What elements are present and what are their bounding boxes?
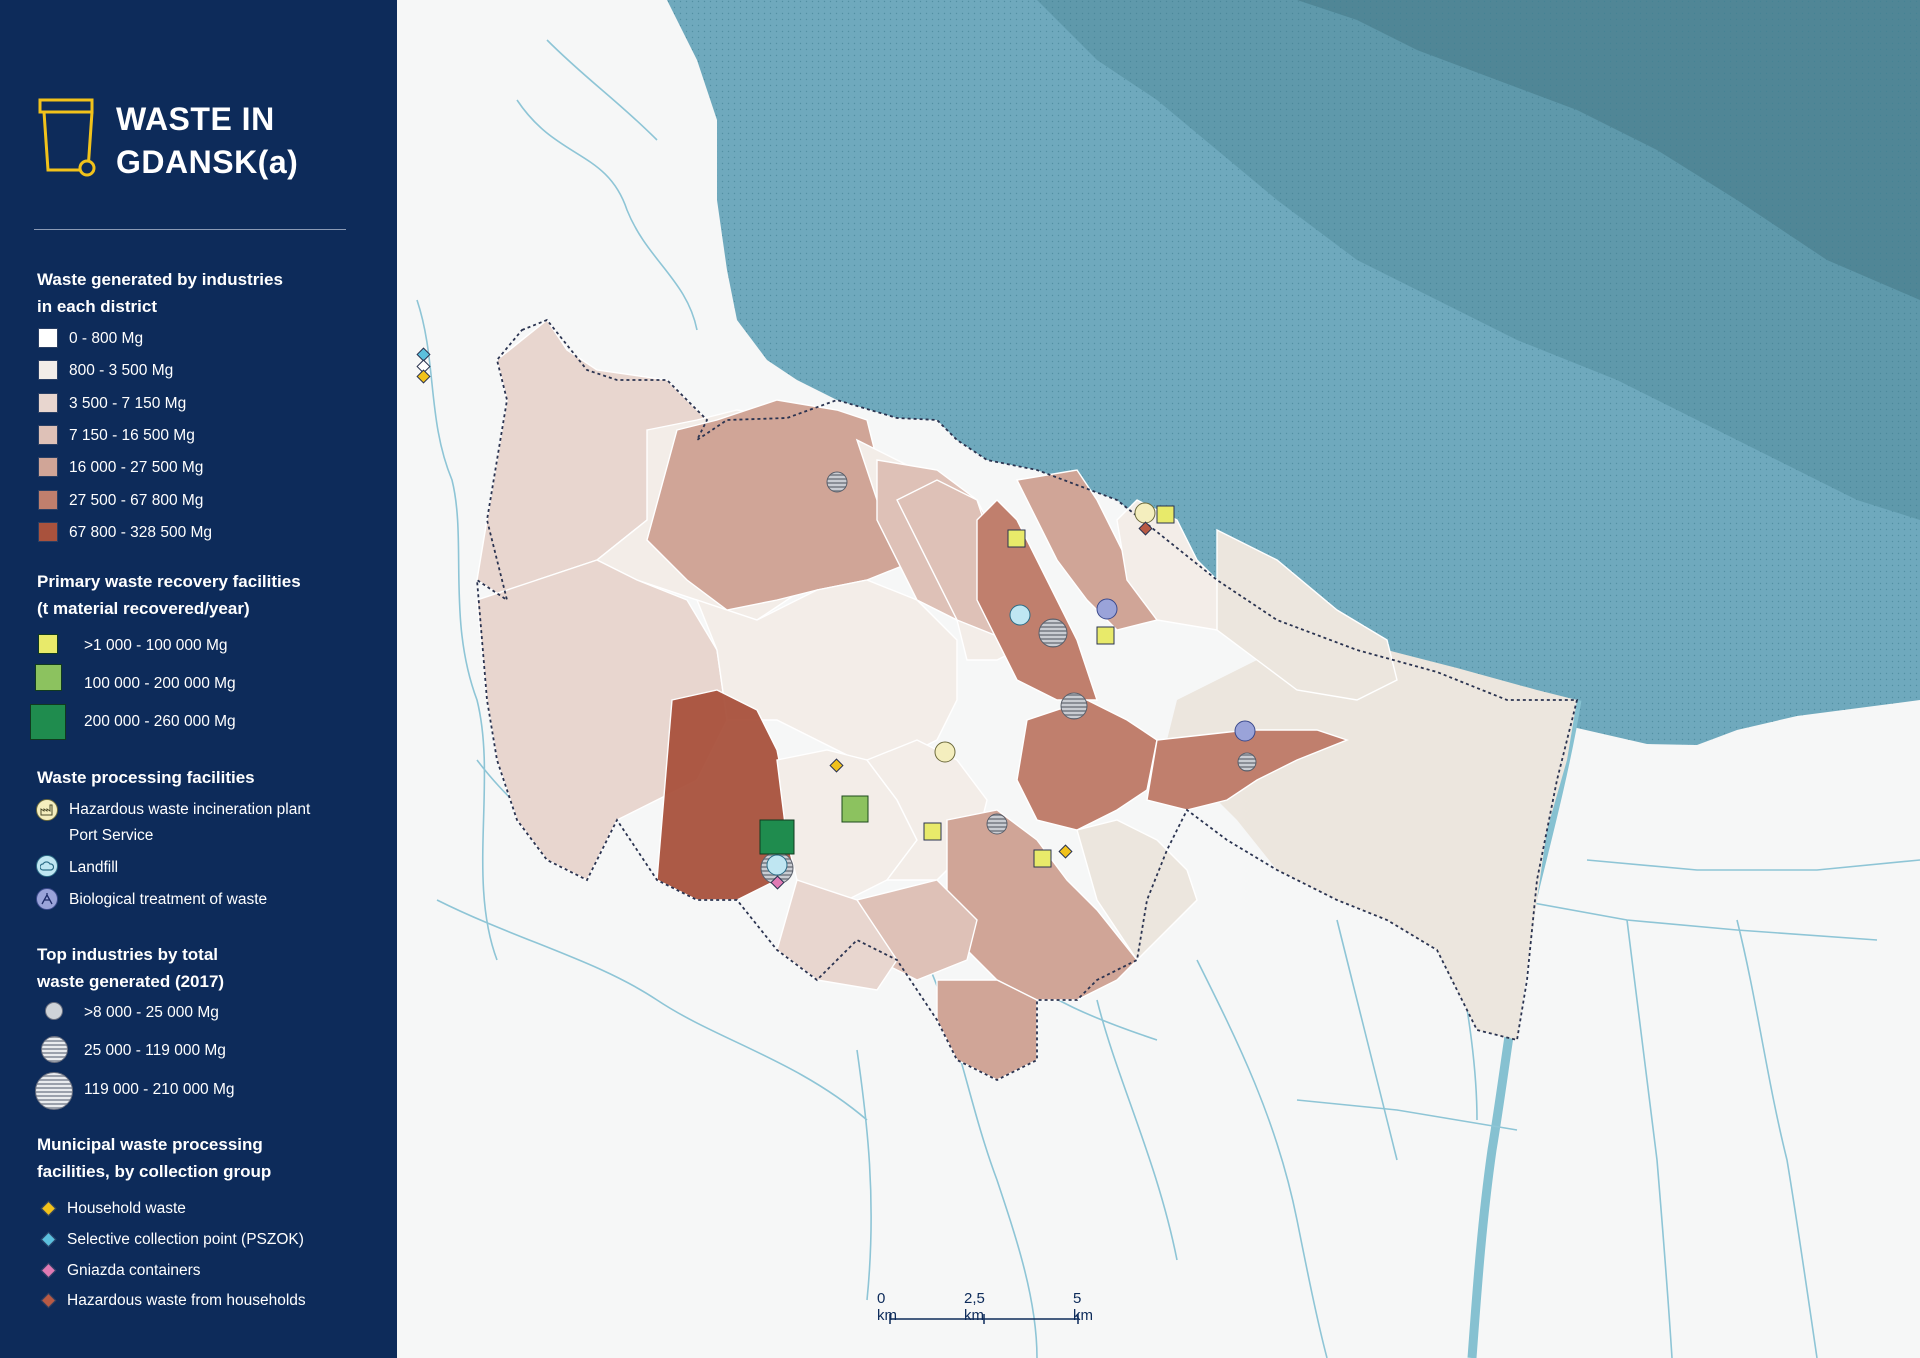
legend-industry-title: Waste generated by industries in each di… — [37, 270, 283, 316]
district-srodmiescie — [1016, 699, 1158, 831]
recovery-label-small: >1 000 - 100 000 Mg — [84, 637, 228, 654]
map-canvas — [416, 0, 1920, 1358]
municipal-diamond-icon — [40, 1293, 57, 1309]
top-label-medium: 25 000 - 119 000 Mg — [84, 1042, 226, 1059]
legend-panel: WASTE IN GDANSK(a) Waste generated by in… — [0, 0, 397, 1358]
industry-swatch — [38, 424, 58, 445]
municipal-diamond-icon — [40, 1231, 57, 1248]
top-circle-large — [35, 1072, 73, 1110]
cloud-icon — [36, 855, 58, 877]
recovery-swatch-small — [38, 634, 58, 654]
industry-label: 0 - 800 Mg — [69, 330, 144, 347]
municipal-label: Gniazda containers — [67, 1261, 201, 1279]
industry-swatch — [38, 457, 58, 478]
legend-recovery-title: Primary waste recovery facilities (t mat… — [37, 572, 301, 618]
industry-label: 27 500 - 67 800 Mg — [69, 491, 204, 509]
map-area[interactable]: 0 km 2,5 km 5 km — [397, 0, 1920, 1358]
recovery-label-medium: 100 000 - 200 000 Mg — [84, 675, 236, 692]
municipal-diamond-icon — [40, 1200, 57, 1217]
legend-municipal-title: Municipal waste processing facilities, b… — [37, 1135, 272, 1181]
industry-label: 7 150 - 16 500 Mg — [69, 426, 195, 444]
industry-label: 800 - 3 500 Mg — [69, 362, 174, 380]
recovery-swatch-large — [30, 704, 66, 740]
divider — [34, 229, 346, 230]
processing-label-landfill: Landfill — [69, 859, 119, 876]
industry-swatch — [38, 392, 58, 413]
top-circle-medium — [41, 1036, 68, 1063]
scale-line — [889, 1314, 1079, 1324]
municipal-label: Hazardous waste from households — [67, 1292, 306, 1310]
industry-swatch — [38, 328, 58, 348]
top-label-large: 119 000 - 210 000 Mg — [84, 1081, 235, 1098]
factory-icon — [36, 799, 58, 821]
industry-label: 67 800 - 328 500 Mg — [69, 523, 213, 541]
legend-top-title: Top industries by total waste generated … — [37, 945, 225, 991]
top-label-small: >8 000 - 25 000 Mg — [84, 1004, 219, 1021]
municipal-diamond-icon — [40, 1262, 57, 1278]
bio-icon — [36, 888, 58, 910]
legend-processing-title: Waste processing facilities — [37, 768, 255, 787]
top-circle-small — [45, 1002, 63, 1020]
municipal-label: Household waste — [67, 1200, 186, 1217]
recovery-label-large: 200 000 - 260 000 Mg — [84, 713, 236, 730]
industry-swatch — [38, 489, 58, 510]
municipal-label: Selective collection point (PSZOK) — [67, 1230, 304, 1248]
processing-label-bio: Biological treatment of waste — [69, 891, 268, 908]
district-olszynka — [936, 979, 1038, 1081]
processing-label-incineration: Hazardous waste incineration plant Port … — [69, 801, 311, 844]
page-title: WASTE IN GDANSK(a) — [116, 101, 299, 180]
industry-swatch — [38, 360, 58, 381]
recovery-swatch-medium — [35, 664, 62, 691]
district-east-spit — [1167, 650, 1577, 1040]
industry-swatch — [38, 521, 58, 542]
industry-label: 3 500 - 7 150 Mg — [69, 394, 187, 412]
waste-bin-icon — [38, 98, 96, 177]
industry-label: 16 000 - 27 500 Mg — [69, 459, 204, 477]
